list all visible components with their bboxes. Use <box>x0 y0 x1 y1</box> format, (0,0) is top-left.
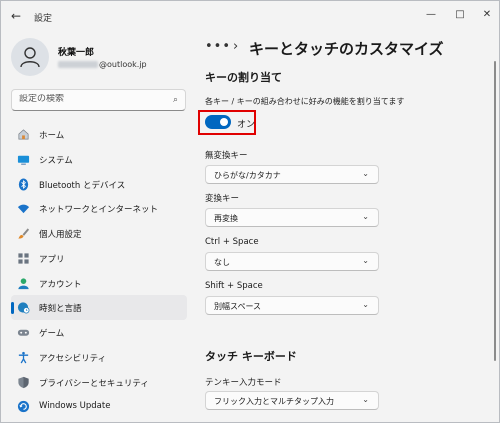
field-label-ctrl-space: Ctrl + Space <box>205 237 259 247</box>
brush-icon <box>18 228 30 239</box>
wifi-icon <box>17 204 30 214</box>
chevron-down-icon: ⌄ <box>362 212 369 221</box>
sidebar-item-privacy-security[interactable]: プライバシーとセキュリティ <box>11 370 187 395</box>
sidebar-item-label: アプリ <box>39 254 65 265</box>
sidebar-nav: ホーム システム Bluetooth とデバイス ネットワークとインターネット … <box>11 122 187 419</box>
sidebar-item-bluetooth[interactable]: Bluetooth とデバイス <box>11 172 187 197</box>
chevron-down-icon: ⌄ <box>362 300 369 309</box>
avatar[interactable] <box>11 38 49 76</box>
sidebar-item-label: プライバシーとセキュリティ <box>39 378 149 389</box>
sidebar-item-label: システム <box>39 155 73 166</box>
home-icon <box>18 129 29 140</box>
search-input[interactable] <box>19 94 164 104</box>
back-arrow-icon[interactable]: ← <box>11 9 25 23</box>
sidebar-item-label: Bluetooth とデバイス <box>39 180 126 191</box>
search-icon[interactable]: ⌕ <box>173 95 178 105</box>
dropdown-value: フリック入力とマルチタップ入力 <box>214 397 334 406</box>
window-title: 設定 <box>34 14 53 24</box>
sidebar-item-personalization[interactable]: 個人用設定 <box>11 221 187 246</box>
section-heading-touch-keyboard: タッチ キーボード <box>205 350 297 363</box>
toggle-knob <box>220 118 228 126</box>
key-assign-description: 各キー / キーの組み合わせに好みの機能を割り当てます <box>205 97 405 106</box>
person-icon <box>20 47 40 68</box>
sidebar-item-label: Windows Update <box>39 401 111 412</box>
close-button[interactable]: ✕ <box>477 5 497 25</box>
sidebar-item-system[interactable]: システム <box>11 147 187 172</box>
bluetooth-icon <box>18 177 29 191</box>
account-name: 秋葉一郎 <box>58 48 95 58</box>
settings-window: ← 設定 — □ ✕ 秋葉一郎 @outlook.jp ⌕ ホーム システム B… <box>0 0 500 423</box>
apps-icon <box>18 253 29 264</box>
dropdown-value: 再変換 <box>214 214 238 223</box>
chevron-down-icon: ⌄ <box>362 395 369 404</box>
sidebar-item-label: ゲーム <box>39 329 65 339</box>
sidebar-item-accounts[interactable]: アカウント <box>11 271 187 296</box>
sidebar-item-network[interactable]: ネットワークとインターネット <box>11 196 187 221</box>
email-redaction <box>58 61 98 68</box>
scrollbar[interactable] <box>494 61 496 361</box>
dropdown-value: 別幅スペース <box>214 302 262 311</box>
update-icon <box>17 401 30 413</box>
sidebar-item-label: アカウント <box>39 279 82 290</box>
sidebar-item-label: 個人用設定 <box>39 230 82 240</box>
sidebar-item-accessibility[interactable]: アクセシビリティ <box>11 345 187 370</box>
shield-icon <box>18 376 29 388</box>
sidebar-item-windows-update[interactable]: Windows Update <box>11 394 187 419</box>
breadcrumb-more-button[interactable]: ••• <box>205 39 231 54</box>
ctrl-space-dropdown[interactable]: なし ⌄ <box>205 252 379 271</box>
key-assign-toggle[interactable] <box>205 115 231 129</box>
field-label-tenkey-mode: テンキー入力モード <box>205 378 282 388</box>
henkan-dropdown[interactable]: 再変換 ⌄ <box>205 208 379 227</box>
sidebar-item-gaming[interactable]: ゲーム <box>11 320 187 345</box>
minimize-button[interactable]: — <box>421 5 441 25</box>
sidebar-item-label: ネットワークとインターネット <box>39 205 159 216</box>
dropdown-value: なし <box>214 258 230 267</box>
gamepad-icon <box>17 329 30 336</box>
page-title: キーとタッチのカスタマイズ <box>249 40 444 58</box>
section-heading-key-assign: キーの割り当て <box>205 71 282 84</box>
shift-space-dropdown[interactable]: 別幅スペース ⌄ <box>205 296 379 315</box>
field-label-shift-space: Shift + Space <box>205 281 263 291</box>
maximize-button[interactable]: □ <box>450 5 470 25</box>
account-email: @outlook.jp <box>58 60 147 69</box>
breadcrumb-chevron-icon: › <box>233 39 239 54</box>
accessibility-icon <box>18 351 29 364</box>
sidebar-item-apps[interactable]: アプリ <box>11 246 187 271</box>
title-bar: ← 設定 — □ ✕ <box>1 1 499 31</box>
account-email-suffix: @outlook.jp <box>99 60 147 69</box>
person-icon <box>18 277 29 289</box>
chevron-down-icon: ⌄ <box>362 256 369 265</box>
field-label-muhenkan: 無変換キー <box>205 151 248 161</box>
tenkey-mode-dropdown[interactable]: フリック入力とマルチタップ入力 ⌄ <box>205 391 379 410</box>
field-label-henkan: 変換キー <box>205 194 240 204</box>
sidebar-item-home[interactable]: ホーム <box>11 122 187 147</box>
sidebar-item-time-language[interactable]: 時刻と言語 <box>11 295 187 320</box>
sidebar-item-label: アクセシビリティ <box>39 353 107 364</box>
globe-clock-icon <box>17 302 30 314</box>
dropdown-value: ひらがな/カタカナ <box>214 171 281 180</box>
settings-search[interactable]: ⌕ <box>11 89 186 111</box>
chevron-down-icon: ⌄ <box>362 169 369 178</box>
sidebar-item-label: ホーム <box>39 131 65 141</box>
monitor-icon <box>17 155 30 165</box>
toggle-state-label: オン <box>237 120 256 130</box>
sidebar-item-label: 時刻と言語 <box>39 304 82 315</box>
muhenkan-dropdown[interactable]: ひらがな/カタカナ ⌄ <box>205 165 379 184</box>
